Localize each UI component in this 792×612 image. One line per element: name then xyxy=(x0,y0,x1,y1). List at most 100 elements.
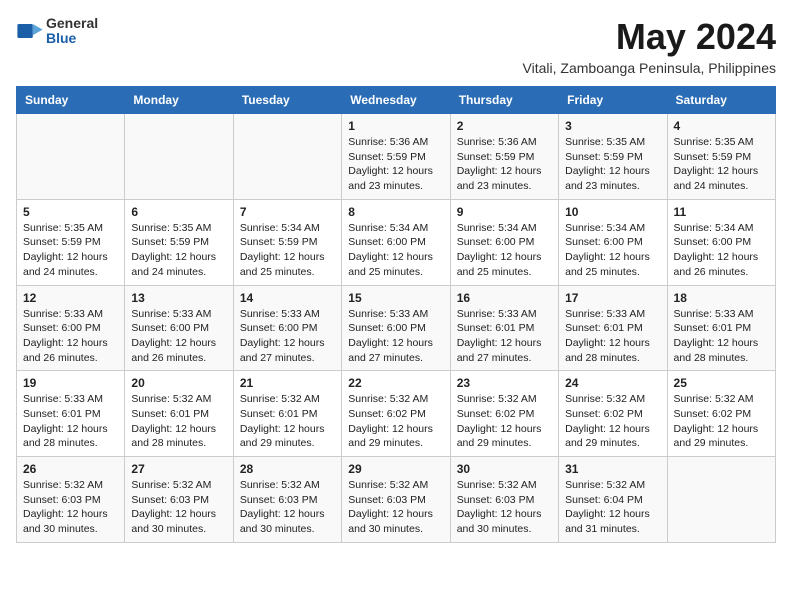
calendar-day-cell xyxy=(17,114,125,200)
day-number: 3 xyxy=(565,119,660,133)
calendar-day-cell: 13Sunrise: 5:33 AM Sunset: 6:00 PM Dayli… xyxy=(125,285,233,371)
day-info: Sunrise: 5:32 AM Sunset: 6:02 PM Dayligh… xyxy=(457,392,552,451)
day-info: Sunrise: 5:32 AM Sunset: 6:03 PM Dayligh… xyxy=(457,478,552,537)
day-info: Sunrise: 5:32 AM Sunset: 6:02 PM Dayligh… xyxy=(674,392,769,451)
day-info: Sunrise: 5:36 AM Sunset: 5:59 PM Dayligh… xyxy=(457,135,552,194)
calendar-day-cell: 3 Sunrise: 5:35 AM Sunset: 5:59 PM Daylig… xyxy=(559,114,667,200)
day-number: 4 xyxy=(674,119,769,133)
calendar-table: SundayMondayTuesdayWednesdayThursdayFrid… xyxy=(16,86,776,543)
logo-general-text: General xyxy=(46,16,98,31)
calendar-day-cell: 29 Sunrise: 5:32 AM Sunset: 6:03 PM Dayli… xyxy=(342,457,450,543)
day-number: 21 xyxy=(240,376,335,390)
day-number: 2 xyxy=(457,119,552,133)
calendar-day-cell: 27 Sunrise: 5:32 AM Sunset: 6:03 PM Dayli… xyxy=(125,457,233,543)
calendar-day-cell: 2 Sunrise: 5:36 AM Sunset: 5:59 PM Daylig… xyxy=(450,114,558,200)
day-info: Sunrise: 5:32 AM Sunset: 6:02 PM Dayligh… xyxy=(348,392,443,451)
day-number: 18 xyxy=(674,291,769,305)
day-number: 26 xyxy=(23,462,118,476)
calendar-title: May 2024 xyxy=(523,16,776,58)
calendar-day-cell xyxy=(125,114,233,200)
calendar-day-cell: 5Sunrise: 5:35 AM Sunset: 5:59 PM Daylig… xyxy=(17,199,125,285)
calendar-week-row: 1 Sunrise: 5:36 AM Sunset: 5:59 PM Daylig… xyxy=(17,114,776,200)
day-info: Sunrise: 5:35 AM Sunset: 5:59 PM Dayligh… xyxy=(674,135,769,194)
day-info: Sunrise: 5:35 AM Sunset: 5:59 PM Dayligh… xyxy=(131,221,226,280)
weekday-header: Thursday xyxy=(450,87,558,114)
calendar-day-cell: 23Sunrise: 5:32 AM Sunset: 6:02 PM Dayli… xyxy=(450,371,558,457)
calendar-day-cell: 18 Sunrise: 5:33 AM Sunset: 6:01 PM Dayli… xyxy=(667,285,775,371)
calendar-day-cell: 20Sunrise: 5:32 AM Sunset: 6:01 PM Dayli… xyxy=(125,371,233,457)
calendar-day-cell: 11Sunrise: 5:34 AM Sunset: 6:00 PM Dayli… xyxy=(667,199,775,285)
calendar-day-cell: 7 Sunrise: 5:34 AM Sunset: 5:59 PM Daylig… xyxy=(233,199,341,285)
day-info: Sunrise: 5:32 AM Sunset: 6:03 PM Dayligh… xyxy=(23,478,118,537)
day-info: Sunrise: 5:34 AM Sunset: 5:59 PM Dayligh… xyxy=(240,221,335,280)
day-info: Sunrise: 5:32 AM Sunset: 6:01 PM Dayligh… xyxy=(240,392,335,451)
title-block: May 2024 Vitali, Zamboanga Peninsula, Ph… xyxy=(523,16,776,76)
calendar-day-cell: 10Sunrise: 5:34 AM Sunset: 6:00 PM Dayli… xyxy=(559,199,667,285)
calendar-day-cell: 28 Sunrise: 5:32 AM Sunset: 6:03 PM Dayli… xyxy=(233,457,341,543)
day-number: 12 xyxy=(23,291,118,305)
day-info: Sunrise: 5:32 AM Sunset: 6:03 PM Dayligh… xyxy=(348,478,443,537)
calendar-body: 1 Sunrise: 5:36 AM Sunset: 5:59 PM Daylig… xyxy=(17,114,776,543)
weekday-header: Wednesday xyxy=(342,87,450,114)
day-info: Sunrise: 5:32 AM Sunset: 6:03 PM Dayligh… xyxy=(240,478,335,537)
day-number: 6 xyxy=(131,205,226,219)
calendar-day-cell: 24Sunrise: 5:32 AM Sunset: 6:02 PM Dayli… xyxy=(559,371,667,457)
day-info: Sunrise: 5:34 AM Sunset: 6:00 PM Dayligh… xyxy=(457,221,552,280)
weekday-header: Monday xyxy=(125,87,233,114)
weekday-row: SundayMondayTuesdayWednesdayThursdayFrid… xyxy=(17,87,776,114)
day-number: 19 xyxy=(23,376,118,390)
day-info: Sunrise: 5:32 AM Sunset: 6:03 PM Dayligh… xyxy=(131,478,226,537)
calendar-day-cell: 26 Sunrise: 5:32 AM Sunset: 6:03 PM Dayli… xyxy=(17,457,125,543)
calendar-day-cell: 15 Sunrise: 5:33 AM Sunset: 6:00 PM Dayli… xyxy=(342,285,450,371)
calendar-day-cell: 19 Sunrise: 5:33 AM Sunset: 6:01 PM Dayli… xyxy=(17,371,125,457)
calendar-week-row: 12 Sunrise: 5:33 AM Sunset: 6:00 PM Dayli… xyxy=(17,285,776,371)
day-number: 22 xyxy=(348,376,443,390)
day-number: 11 xyxy=(674,205,769,219)
day-number: 7 xyxy=(240,205,335,219)
day-info: Sunrise: 5:36 AM Sunset: 5:59 PM Dayligh… xyxy=(348,135,443,194)
day-info: Sunrise: 5:35 AM Sunset: 5:59 PM Dayligh… xyxy=(23,221,118,280)
day-number: 28 xyxy=(240,462,335,476)
weekday-header: Sunday xyxy=(17,87,125,114)
calendar-day-cell: 12 Sunrise: 5:33 AM Sunset: 6:00 PM Dayli… xyxy=(17,285,125,371)
calendar-subtitle: Vitali, Zamboanga Peninsula, Philippines xyxy=(523,60,776,76)
logo-blue-text: Blue xyxy=(46,31,98,46)
day-number: 29 xyxy=(348,462,443,476)
calendar-day-cell xyxy=(233,114,341,200)
day-number: 1 xyxy=(348,119,443,133)
calendar-header: SundayMondayTuesdayWednesdayThursdayFrid… xyxy=(17,87,776,114)
day-number: 24 xyxy=(565,376,660,390)
logo: General Blue xyxy=(16,16,98,47)
day-info: Sunrise: 5:35 AM Sunset: 5:59 PM Dayligh… xyxy=(565,135,660,194)
day-info: Sunrise: 5:34 AM Sunset: 6:00 PM Dayligh… xyxy=(348,221,443,280)
weekday-header: Saturday xyxy=(667,87,775,114)
day-info: Sunrise: 5:33 AM Sunset: 6:01 PM Dayligh… xyxy=(23,392,118,451)
calendar-day-cell: 31 Sunrise: 5:32 AM Sunset: 6:04 PM Dayli… xyxy=(559,457,667,543)
weekday-header: Tuesday xyxy=(233,87,341,114)
calendar-week-row: 5Sunrise: 5:35 AM Sunset: 5:59 PM Daylig… xyxy=(17,199,776,285)
day-info: Sunrise: 5:33 AM Sunset: 6:00 PM Dayligh… xyxy=(23,307,118,366)
day-number: 10 xyxy=(565,205,660,219)
day-number: 13 xyxy=(131,291,226,305)
day-info: Sunrise: 5:33 AM Sunset: 6:00 PM Dayligh… xyxy=(240,307,335,366)
day-number: 8 xyxy=(348,205,443,219)
calendar-day-cell: 16Sunrise: 5:33 AM Sunset: 6:01 PM Dayli… xyxy=(450,285,558,371)
day-number: 15 xyxy=(348,291,443,305)
calendar-day-cell: 25Sunrise: 5:32 AM Sunset: 6:02 PM Dayli… xyxy=(667,371,775,457)
day-number: 17 xyxy=(565,291,660,305)
weekday-header: Friday xyxy=(559,87,667,114)
page-header: General Blue May 2024 Vitali, Zamboanga … xyxy=(16,16,776,76)
calendar-week-row: 19 Sunrise: 5:33 AM Sunset: 6:01 PM Dayli… xyxy=(17,371,776,457)
day-info: Sunrise: 5:33 AM Sunset: 6:01 PM Dayligh… xyxy=(674,307,769,366)
calendar-day-cell: 17 Sunrise: 5:33 AM Sunset: 6:01 PM Dayli… xyxy=(559,285,667,371)
day-number: 31 xyxy=(565,462,660,476)
calendar-day-cell: 6 Sunrise: 5:35 AM Sunset: 5:59 PM Daylig… xyxy=(125,199,233,285)
day-number: 27 xyxy=(131,462,226,476)
calendar-day-cell: 1 Sunrise: 5:36 AM Sunset: 5:59 PM Daylig… xyxy=(342,114,450,200)
day-number: 16 xyxy=(457,291,552,305)
day-info: Sunrise: 5:32 AM Sunset: 6:04 PM Dayligh… xyxy=(565,478,660,537)
day-info: Sunrise: 5:33 AM Sunset: 6:00 PM Dayligh… xyxy=(348,307,443,366)
calendar-day-cell: 30Sunrise: 5:32 AM Sunset: 6:03 PM Dayli… xyxy=(450,457,558,543)
day-info: Sunrise: 5:33 AM Sunset: 6:01 PM Dayligh… xyxy=(565,307,660,366)
calendar-day-cell: 9Sunrise: 5:34 AM Sunset: 6:00 PM Daylig… xyxy=(450,199,558,285)
